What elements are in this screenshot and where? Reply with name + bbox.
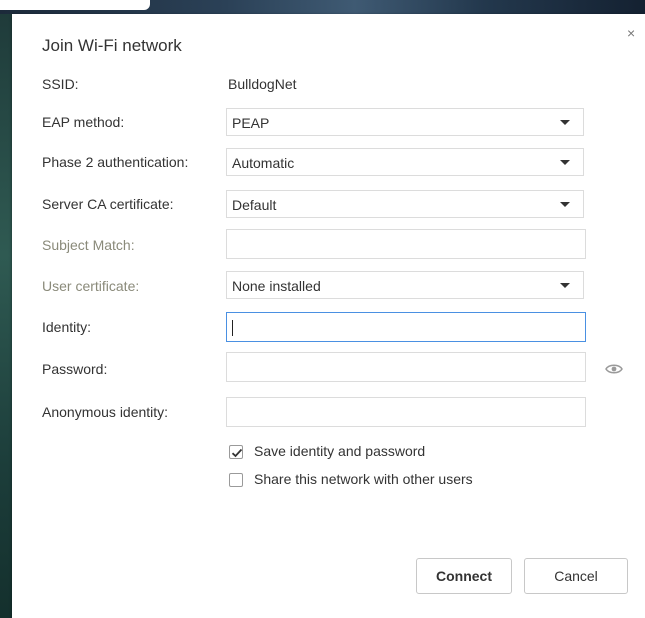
share-network-label: Share this network with other users (254, 471, 473, 487)
subject-match-label: Subject Match: (42, 237, 135, 253)
server-ca-select[interactable]: Default (226, 190, 584, 218)
eap-method-label: EAP method: (42, 114, 125, 130)
user-cert-label: User certificate: (42, 278, 140, 294)
eap-method-value: PEAP (232, 115, 270, 131)
password-label: Password: (42, 361, 108, 377)
server-ca-value: Default (232, 197, 277, 213)
chevron-down-icon (560, 283, 570, 288)
user-cert-value: None installed (232, 278, 321, 294)
eap-method-select[interactable]: PEAP (226, 108, 584, 136)
desktop-wallpaper-left (0, 14, 12, 618)
ssid-label: SSID: (42, 76, 79, 92)
save-identity-label: Save identity and password (254, 443, 426, 459)
cancel-button[interactable]: Cancel (524, 558, 628, 594)
chevron-down-icon (560, 202, 570, 207)
share-network-checkbox[interactable] (229, 473, 243, 487)
close-icon[interactable]: × (627, 25, 635, 41)
join-wifi-dialog: Join Wi-Fi network × SSID: BulldogNet EA… (12, 14, 645, 618)
password-input[interactable] (226, 352, 586, 382)
anonymous-identity-label: Anonymous identity: (42, 404, 169, 420)
user-cert-select[interactable]: None installed (226, 271, 584, 299)
eye-icon[interactable] (605, 363, 623, 375)
identity-label: Identity: (42, 319, 92, 335)
checkmark-icon (231, 448, 243, 458)
server-ca-label: Server CA certificate: (42, 196, 174, 212)
phase2-auth-select[interactable]: Automatic (226, 148, 584, 176)
phase2-auth-value: Automatic (232, 155, 295, 171)
identity-input[interactable] (226, 312, 586, 342)
save-identity-checkbox[interactable] (229, 445, 243, 459)
desktop-wallpaper-caption-mask (0, 0, 150, 10)
connect-button[interactable]: Connect (416, 558, 512, 594)
chevron-down-icon (560, 160, 570, 165)
anonymous-identity-input[interactable] (226, 397, 586, 427)
chevron-down-icon (560, 120, 570, 125)
subject-match-input[interactable] (226, 229, 586, 259)
phase2-auth-label: Phase 2 authentication: (42, 154, 189, 170)
ssid-value: BulldogNet (228, 76, 297, 92)
text-cursor (232, 320, 233, 336)
dialog-title: Join Wi-Fi network (42, 36, 182, 55)
